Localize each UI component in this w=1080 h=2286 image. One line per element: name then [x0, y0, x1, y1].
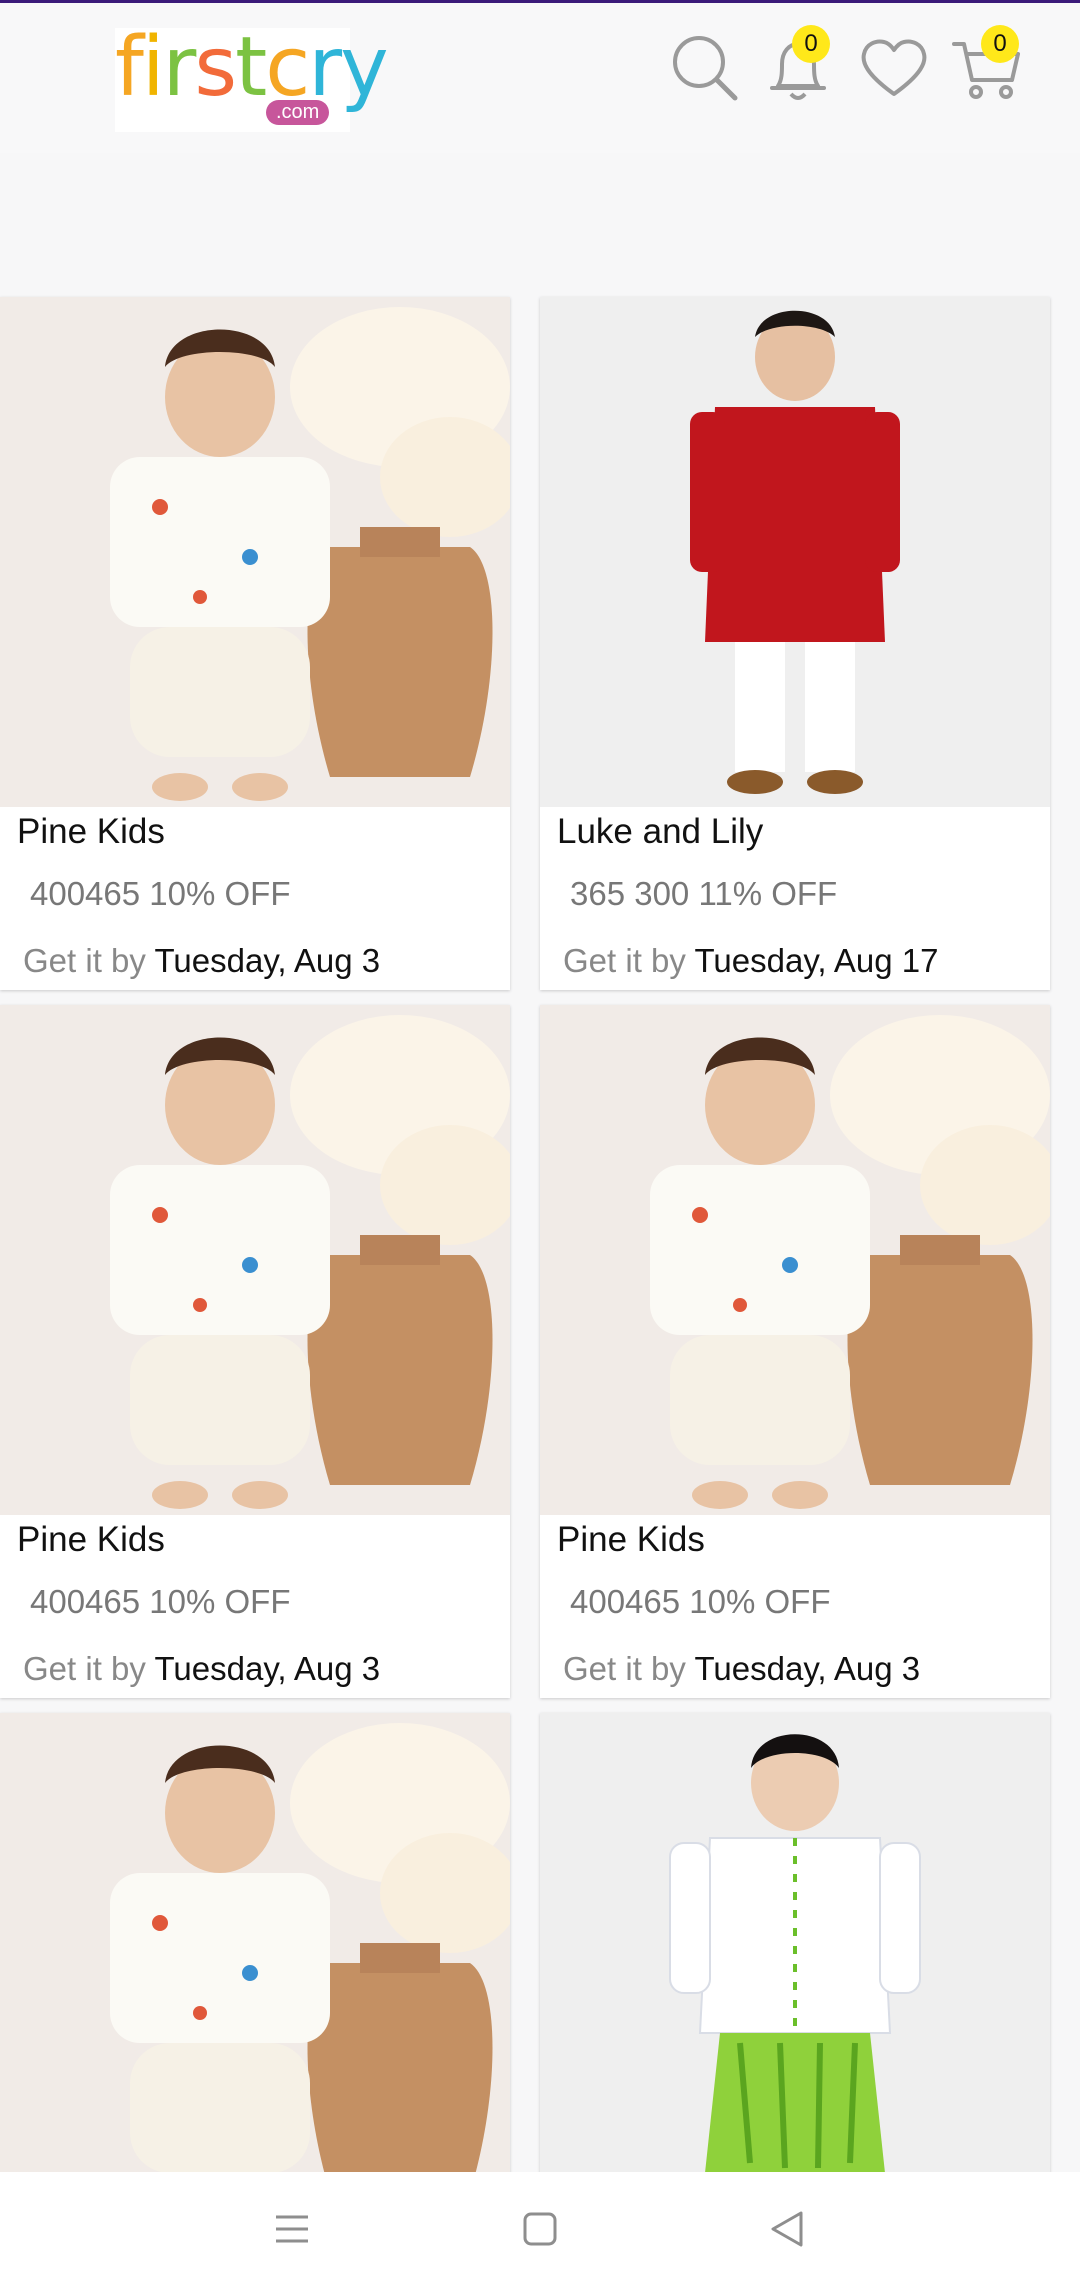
product-image[interactable]: [0, 1005, 510, 1515]
delivery-info: Get it by Tuesday, Aug 17: [563, 942, 938, 980]
product-card[interactable]: Pine Kids 400465 10% OFF Get it by Tuesd…: [540, 1005, 1050, 1698]
product-card[interactable]: [0, 1713, 510, 2193]
product-image[interactable]: [0, 1713, 510, 2193]
delivery-label: Get it by: [563, 1650, 686, 1687]
heart-icon: [861, 39, 927, 96]
product-price: 400465 10% OFF: [30, 875, 291, 912]
product-brand: Luke and Lily: [557, 812, 764, 851]
delivery-info: Get it by Tuesday, Aug 3: [563, 1650, 920, 1688]
delivery-date: Tuesday, Aug 3: [694, 1650, 921, 1687]
firstcry-logo[interactable]: firstcry .com: [115, 20, 389, 132]
delivery-date: Tuesday, Aug 3: [154, 1650, 381, 1687]
product-card[interactable]: Pine Kids 400465 10% OFF Get it by Tuesd…: [0, 1005, 510, 1698]
product-brand: Pine Kids: [557, 1520, 705, 1559]
notification-button[interactable]: 0: [758, 25, 838, 108]
product-image[interactable]: [540, 1005, 1050, 1515]
delivery-info: Get it by Tuesday, Aug 3: [23, 1650, 380, 1688]
menu-icon[interactable]: [260, 2197, 324, 2261]
wishlist-button[interactable]: [854, 28, 934, 108]
home-square-icon[interactable]: [508, 2197, 572, 2261]
product-image[interactable]: [0, 297, 510, 807]
notification-badge: 0: [792, 25, 830, 63]
delivery-label: Get it by: [563, 942, 686, 979]
product-image[interactable]: [540, 1713, 1050, 2193]
search-icon[interactable]: [665, 28, 745, 108]
delivery-date: Tuesday, Aug 17: [694, 942, 939, 979]
delivery-label: Get it by: [23, 1650, 146, 1687]
product-brand: Pine Kids: [17, 812, 165, 851]
product-card[interactable]: Luke and Lily 365 300 11% OFF Get it by …: [540, 297, 1050, 990]
cart-badge: 0: [981, 25, 1019, 63]
logo-sub: .com: [266, 100, 330, 125]
product-brand: Pine Kids: [17, 1520, 165, 1559]
cart-button[interactable]: 0: [948, 25, 1028, 108]
product-price: 400465 10% OFF: [30, 1583, 291, 1620]
delivery-label: Get it by: [23, 942, 146, 979]
product-card[interactable]: Pine Kids 400465 10% OFF Get it by Tuesd…: [0, 297, 510, 990]
delivery-info: Get it by Tuesday, Aug 3: [23, 942, 380, 980]
product-image[interactable]: [540, 297, 1050, 807]
delivery-date: Tuesday, Aug 3: [154, 942, 381, 979]
back-triangle-icon[interactable]: [755, 2197, 819, 2261]
product-price: 365 300 11% OFF: [570, 875, 838, 912]
logo-wordmark: firstcry: [115, 20, 389, 115]
product-card[interactable]: [540, 1713, 1050, 2193]
app-header: firstcry .com 0 0: [0, 3, 1080, 153]
system-nav-bar: [0, 2172, 1080, 2286]
product-price: 400465 10% OFF: [570, 1583, 831, 1620]
